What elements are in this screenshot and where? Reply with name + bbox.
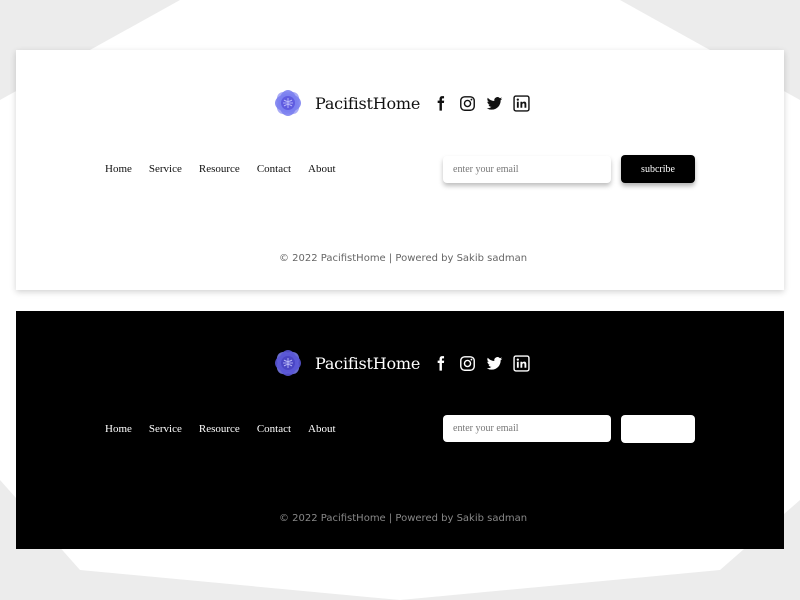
subscribe-button[interactable]: subcribe — [621, 155, 695, 183]
instagram-icon[interactable] — [459, 95, 476, 112]
facebook-icon[interactable] — [432, 95, 449, 112]
nav-link-contact[interactable]: Contact — [257, 423, 291, 435]
lotus-logo-icon — [275, 90, 301, 116]
nav-link-resource[interactable]: Resource — [199, 423, 240, 435]
nav-link-about[interactable]: About — [308, 423, 336, 435]
nav-link-about[interactable]: About — [308, 163, 336, 175]
footer-nav: Home Service Resource Contact About — [105, 423, 353, 435]
facebook-icon[interactable] — [432, 355, 449, 372]
nav-link-contact[interactable]: Contact — [257, 163, 291, 175]
copyright-text: © 2022 PacifistHome | Powered by Sakib s… — [278, 253, 528, 264]
nav-link-home[interactable]: Home — [105, 423, 132, 435]
brand[interactable]: PacifistHome — [268, 83, 420, 123]
linkedin-icon[interactable] — [513, 355, 530, 372]
social-links — [432, 95, 530, 112]
social-links — [432, 355, 530, 372]
nav-link-service[interactable]: Service — [149, 423, 182, 435]
brand-name: PacifistHome — [315, 93, 421, 113]
footer-nav: Home Service Resource Contact About — [105, 163, 353, 175]
footer-dark: PacifistHome Home Service Resource Conta… — [16, 311, 784, 549]
brand[interactable]: PacifistHome — [268, 343, 420, 383]
nav-link-service[interactable]: Service — [149, 163, 182, 175]
lotus-logo-icon — [275, 350, 301, 376]
subscribe-button[interactable]: subcribe — [621, 415, 695, 443]
nav-link-home[interactable]: Home — [105, 163, 132, 175]
brand-name: PacifistHome — [315, 353, 421, 373]
email-input[interactable] — [443, 415, 611, 442]
email-input[interactable] — [443, 156, 611, 183]
nav-link-resource[interactable]: Resource — [199, 163, 240, 175]
twitter-icon[interactable] — [486, 95, 503, 112]
linkedin-icon[interactable] — [513, 95, 530, 112]
copyright-text: © 2022 PacifistHome | Powered by Sakib s… — [278, 513, 528, 524]
twitter-icon[interactable] — [486, 355, 503, 372]
instagram-icon[interactable] — [459, 355, 476, 372]
footer-light: PacifistHome Home Service Resource Conta… — [16, 50, 784, 290]
